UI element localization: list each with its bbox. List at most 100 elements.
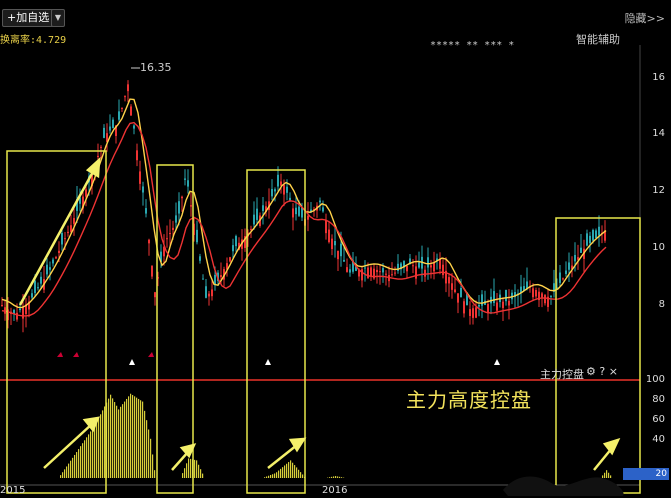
candle-body bbox=[46, 264, 48, 275]
candle-body bbox=[286, 186, 288, 193]
candle-body bbox=[493, 291, 495, 303]
candle-body bbox=[301, 207, 303, 218]
candle-body bbox=[418, 262, 420, 268]
signal-marker bbox=[129, 359, 135, 365]
signal-marker bbox=[148, 352, 154, 357]
histogram-bar bbox=[146, 420, 148, 478]
candle-body bbox=[391, 274, 393, 276]
candle-body bbox=[394, 272, 396, 274]
histogram-bar bbox=[339, 476, 341, 478]
candle-body bbox=[481, 294, 483, 306]
moving-average-lines bbox=[1, 98, 607, 317]
price-tick: 14 bbox=[652, 128, 665, 139]
histogram-bar bbox=[150, 438, 152, 478]
candle-body bbox=[145, 208, 147, 214]
histogram-bar bbox=[202, 473, 204, 478]
histogram-bar bbox=[280, 468, 282, 478]
histogram-bar bbox=[102, 410, 104, 478]
histogram-bar bbox=[142, 401, 144, 478]
candle-body bbox=[325, 220, 327, 234]
candle-body bbox=[184, 178, 186, 180]
candle-body bbox=[220, 275, 222, 278]
indicator-value-tag: 20 bbox=[623, 468, 669, 480]
candle-body bbox=[328, 229, 330, 243]
histogram-bar bbox=[76, 452, 78, 478]
candle-body bbox=[31, 293, 33, 298]
close-icon[interactable]: × bbox=[609, 365, 618, 378]
peak-price-label: 16.35 bbox=[140, 61, 172, 74]
candle-body bbox=[598, 226, 600, 236]
candle-body bbox=[349, 269, 351, 273]
candle-body bbox=[211, 289, 213, 297]
histogram-bar bbox=[104, 406, 106, 478]
histogram-bar bbox=[112, 398, 114, 478]
histogram-bar bbox=[188, 458, 190, 478]
histogram-bar bbox=[62, 472, 64, 478]
candle-body bbox=[433, 263, 435, 272]
histogram-bar bbox=[64, 469, 66, 478]
histogram-bar bbox=[270, 474, 272, 478]
histogram-bar bbox=[268, 475, 270, 478]
candle-body bbox=[52, 259, 54, 264]
candle-body bbox=[295, 207, 297, 215]
candle-body bbox=[253, 214, 255, 225]
histogram-bar bbox=[122, 404, 124, 478]
candle-body bbox=[181, 196, 183, 199]
candle-body bbox=[58, 250, 60, 254]
candle-body bbox=[346, 267, 348, 272]
histogram-bar bbox=[276, 472, 278, 478]
candle-body bbox=[256, 208, 258, 220]
candle-body bbox=[592, 229, 594, 241]
candle-body bbox=[382, 268, 384, 273]
histogram-bar bbox=[284, 465, 286, 478]
candle-body bbox=[589, 235, 591, 244]
histogram-bar bbox=[274, 473, 276, 478]
candle-body bbox=[154, 292, 156, 298]
candle-body bbox=[370, 267, 372, 277]
candle-body bbox=[412, 265, 414, 267]
candle-body bbox=[343, 259, 345, 262]
candle-body bbox=[454, 289, 456, 293]
histogram-bar bbox=[134, 396, 136, 478]
histogram-bar bbox=[130, 393, 132, 478]
histogram-bar bbox=[118, 409, 120, 478]
histogram-bar bbox=[200, 469, 202, 478]
candle-body bbox=[580, 247, 582, 253]
histogram-bar bbox=[132, 395, 134, 478]
candle-body bbox=[463, 301, 465, 314]
candle-body bbox=[64, 238, 66, 240]
moving-average-line bbox=[1, 98, 607, 309]
candle-body bbox=[562, 278, 564, 280]
indicator-controls[interactable]: ⚙ ? × bbox=[586, 365, 618, 378]
candle-body bbox=[142, 186, 144, 193]
candle-body bbox=[475, 307, 477, 318]
candle-body bbox=[319, 200, 321, 203]
candle-body bbox=[457, 293, 459, 303]
candle-body bbox=[133, 125, 135, 129]
candle-body bbox=[40, 276, 42, 284]
candle-body bbox=[595, 230, 597, 239]
histogram-bar bbox=[294, 465, 296, 478]
candle-body bbox=[148, 239, 150, 244]
histogram-bar bbox=[290, 460, 292, 478]
indicator-tick: 60 bbox=[652, 414, 665, 425]
histogram-bar bbox=[86, 437, 88, 478]
indicator-tick: 100 bbox=[645, 374, 665, 385]
histogram-bar bbox=[190, 458, 192, 478]
candle-body bbox=[73, 218, 75, 224]
histogram-bar bbox=[110, 394, 112, 478]
histogram-bar bbox=[296, 467, 298, 478]
settings-gear-icon[interactable]: ⚙ bbox=[586, 365, 596, 378]
candle-body bbox=[97, 155, 99, 157]
histogram-bar bbox=[92, 428, 94, 478]
candle-body bbox=[124, 96, 126, 98]
histogram-bar bbox=[300, 472, 302, 478]
help-icon[interactable]: ? bbox=[599, 365, 605, 378]
candle-body bbox=[565, 270, 567, 274]
histogram-bar bbox=[196, 460, 198, 478]
candle-body bbox=[175, 215, 177, 223]
candle-body bbox=[16, 312, 18, 320]
candle-body bbox=[550, 296, 552, 298]
candle-body bbox=[406, 265, 408, 272]
histogram-bar bbox=[80, 446, 82, 478]
